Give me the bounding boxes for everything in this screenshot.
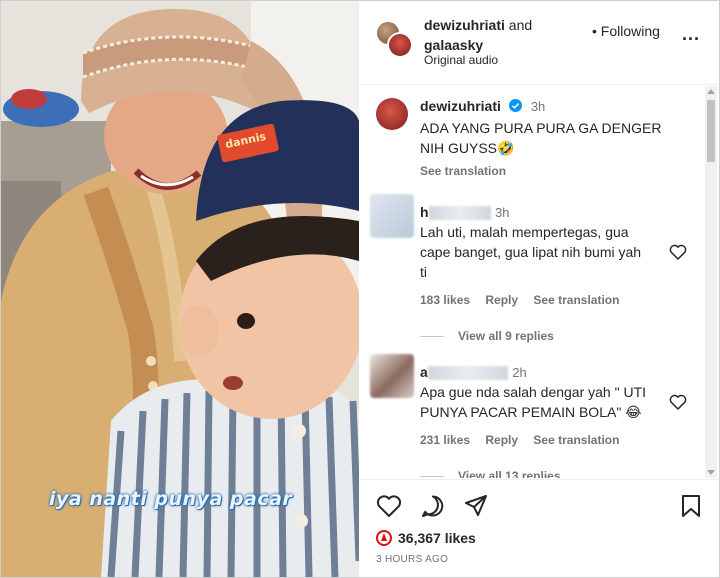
save-bookmark-icon[interactable] [680, 494, 702, 518]
see-translation-link[interactable]: See translation [420, 164, 506, 178]
scroll-up-arrow-icon[interactable] [707, 89, 715, 94]
replies-divider [420, 336, 444, 338]
like-comment-heart-icon[interactable] [669, 244, 687, 260]
comment-timestamp: 3h [495, 205, 510, 220]
video-caption-overlay: iya nanti punya pacar [49, 488, 293, 510]
likes-summary[interactable]: 36,367 likes [376, 530, 476, 546]
collab-avatars[interactable] [375, 20, 415, 60]
comment-text: Lah uti, malah mempertegas, gua cape ban… [420, 222, 641, 282]
post-header: dewizuhriati and galaasky Original audio… [360, 1, 719, 85]
caption-line: NIH GUYSS🤣 [420, 140, 515, 156]
comment-bubble-icon[interactable] [420, 494, 446, 518]
username-link[interactable]: dewizuhriati [420, 98, 501, 114]
view-replies-button[interactable]: View all 9 replies [420, 329, 554, 343]
comment-line: cape banget, gua lipat nih bumi yah [420, 244, 642, 260]
like-heart-icon[interactable] [376, 494, 402, 518]
avatar[interactable] [370, 194, 414, 238]
verified-icon [509, 99, 523, 112]
username-link[interactable]: a [420, 364, 428, 380]
avatar[interactable] [376, 98, 408, 130]
comment-actions: 231 likes Reply See translation [420, 433, 619, 447]
like-comment-heart-icon[interactable] [669, 394, 687, 410]
comment-line: Apa gue nda salah dengar yah " UTI [420, 384, 647, 400]
collab-usernames: dewizuhriati and galaasky [424, 15, 532, 55]
replies-divider [420, 476, 444, 478]
view-replies-button[interactable]: View all 13 replies [420, 469, 561, 478]
comment-likes-count[interactable]: 183 likes [420, 293, 470, 307]
caption-head: dewizuhriati 3h [420, 98, 545, 116]
audio-link[interactable]: Original audio [424, 53, 498, 67]
blurred-username [428, 205, 491, 220]
username-link[interactable]: galaasky [424, 37, 483, 53]
scroll-thumb[interactable] [707, 100, 715, 162]
comments-scrollbar[interactable] [705, 86, 717, 478]
likes-count: 36,367 likes [398, 530, 476, 546]
more-options-icon[interactable]: ... [682, 25, 700, 43]
comment-likes-count[interactable]: 231 likes [420, 433, 470, 447]
caption-text: ADA YANG PURA PURA GA DENGER NIH GUYSS🤣 [420, 118, 661, 158]
post-timestamp[interactable]: 3 HOURS AGO [376, 554, 448, 565]
and-text: and [508, 17, 533, 33]
blurred-username [427, 365, 508, 380]
view-replies-label: View all 13 replies [458, 469, 561, 478]
comment-head: h 3h [420, 204, 509, 222]
comment-line: ti [420, 264, 427, 280]
share-send-icon[interactable] [463, 493, 489, 519]
video-player[interactable]: dannis iya nanti punya pacar [1, 1, 359, 577]
reply-button[interactable]: Reply [485, 433, 518, 447]
caption-line: ADA YANG PURA PURA GA DENGER [420, 120, 662, 136]
view-replies-label: View all 9 replies [458, 329, 554, 343]
comment-timestamp: 2h [512, 365, 527, 380]
avatar[interactable] [387, 32, 413, 58]
comment-text: Apa gue nda salah dengar yah " UTI PUNYA… [420, 382, 646, 422]
scroll-down-arrow-icon[interactable] [707, 470, 715, 475]
comment-line: Lah uti, malah mempertegas, gua [420, 224, 629, 240]
comments-list[interactable]: dewizuhriati 3h ADA YANG PURA PURA GA DE… [360, 86, 705, 478]
reply-button[interactable]: Reply [485, 293, 518, 307]
comment-head: a 2h [420, 364, 527, 382]
username-link[interactable]: h [420, 204, 429, 220]
liker-avatar-icon [376, 530, 392, 546]
avatar[interactable] [370, 354, 414, 398]
post-side-panel: dewizuhriati and galaasky Original audio… [360, 1, 719, 577]
see-translation-link[interactable]: See translation [533, 433, 619, 447]
username-link[interactable]: dewizuhriati [424, 17, 505, 33]
comment-actions: 183 likes Reply See translation [420, 293, 619, 307]
post-action-bar: 36,367 likes 3 HOURS AGO [360, 479, 719, 577]
following-button[interactable]: • Following [592, 23, 660, 39]
caption-timestamp: 3h [530, 99, 546, 114]
see-translation-link[interactable]: See translation [533, 293, 619, 307]
comment-line: PUNYA PACAR PEMAIN BOLA" 😂 [420, 404, 642, 420]
